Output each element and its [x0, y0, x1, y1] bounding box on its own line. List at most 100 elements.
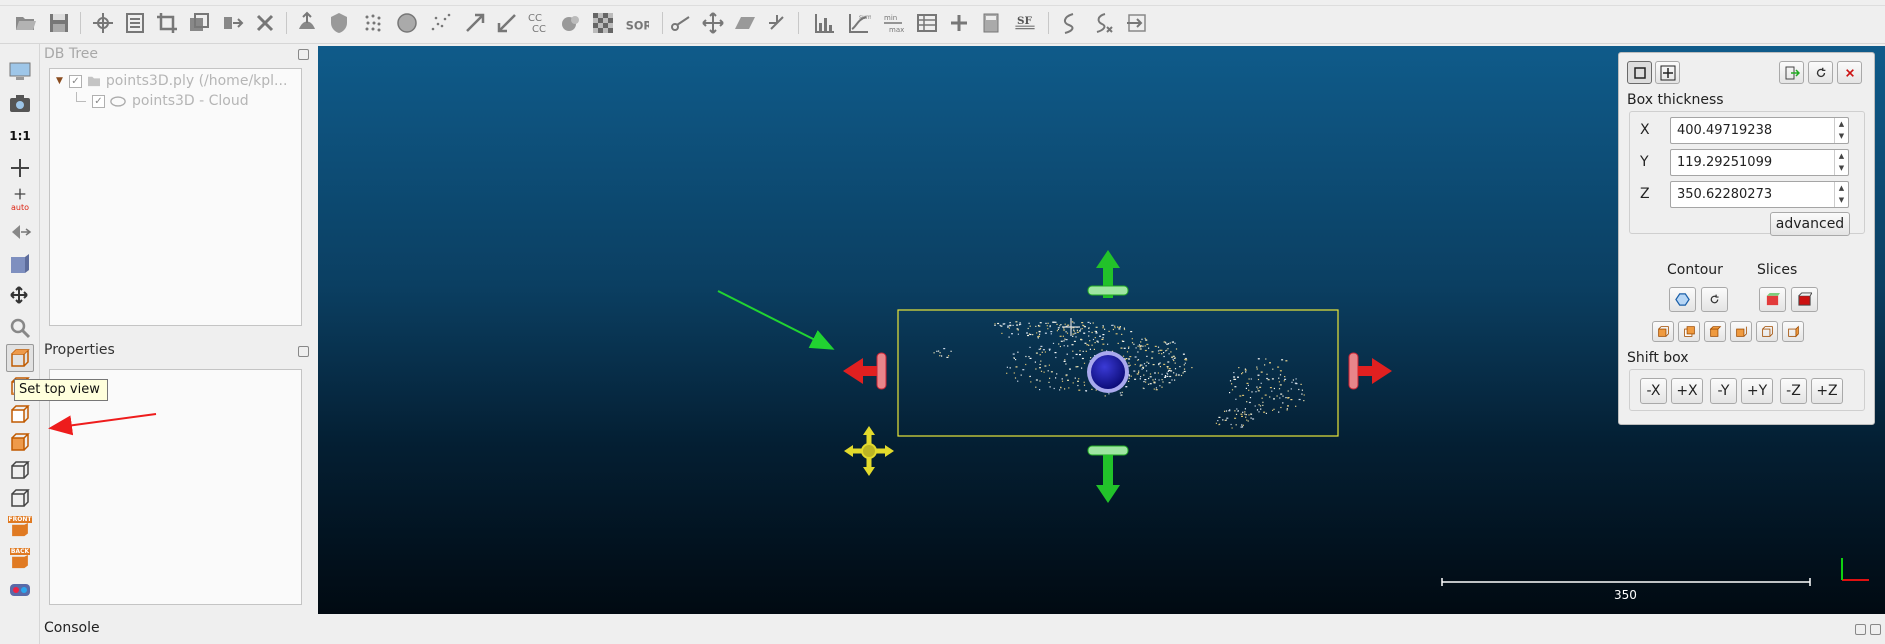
expand-arrow-icon[interactable]: ▼: [56, 76, 63, 86]
arrow-icon[interactable]: [462, 10, 488, 36]
transform-icon[interactable]: [90, 10, 116, 36]
up-arrow-handle[interactable]: [1087, 250, 1129, 298]
interactive-mode-button[interactable]: [1655, 61, 1680, 84]
repeat-contour-button[interactable]: [1701, 287, 1728, 312]
reset-button[interactable]: [1808, 61, 1833, 84]
cloud-point: [1154, 378, 1156, 380]
db-tree-float-button[interactable]: [298, 49, 309, 60]
down-arrow-handle[interactable]: [1087, 445, 1129, 503]
right-arrow-handle[interactable]: [1348, 352, 1392, 390]
back-view-icon[interactable]: [6, 428, 34, 456]
spin-arrows-icon[interactable]: ▲ ▼: [1834, 150, 1848, 175]
save-icon[interactable]: [46, 10, 72, 36]
extract-slice-button[interactable]: [1759, 287, 1786, 312]
plot-icon[interactable]: sum: [846, 10, 872, 36]
resize-icon[interactable]: [494, 10, 520, 36]
shield-icon[interactable]: [326, 10, 352, 36]
tree-item-file[interactable]: ▼ ✓ points3D.ply (/home/kpl...: [56, 73, 287, 89]
ball-icon[interactable]: [558, 10, 584, 36]
iso-back-icon[interactable]: BACK: [6, 544, 34, 572]
pivot-auto-icon[interactable]: auto: [6, 186, 34, 214]
stereo-icon[interactable]: [6, 576, 34, 604]
y-thickness-input[interactable]: 119.29251099 ▲ ▼: [1670, 149, 1849, 176]
close-button[interactable]: [1837, 61, 1862, 84]
tree-checkbox[interactable]: ✓: [68, 74, 82, 88]
top-view-icon[interactable]: [6, 344, 34, 372]
x-thickness-input[interactable]: 400.49719238 ▲ ▼: [1670, 117, 1849, 144]
left-view-icon[interactable]: [6, 456, 34, 484]
sphere-icon[interactable]: [394, 10, 420, 36]
spin-arrows-icon[interactable]: ▲ ▼: [1834, 182, 1848, 207]
perspective-icon[interactable]: [6, 250, 34, 278]
tree-item-cloud[interactable]: ✓ points3D - Cloud: [76, 92, 249, 109]
iso-front-icon[interactable]: FRONT: [6, 512, 34, 540]
view-box-back-button[interactable]: [1678, 321, 1700, 342]
shift-plus-x-button[interactable]: +X: [1671, 378, 1703, 404]
cloud-point: [1171, 356, 1174, 358]
merge-icon[interactable]: [220, 10, 246, 36]
crosshair-icon[interactable]: [764, 10, 790, 36]
shift-minus-z-button[interactable]: -Z: [1780, 378, 1807, 404]
z-thickness-input[interactable]: 350.62280273 ▲ ▼: [1670, 181, 1849, 208]
shift-minus-y-button[interactable]: -Y: [1710, 378, 1737, 404]
front-view-icon[interactable]: [6, 400, 34, 428]
subsample-icon[interactable]: [360, 10, 386, 36]
view-box-top-button[interactable]: [1704, 321, 1726, 342]
plane-icon[interactable]: [732, 10, 758, 36]
cut-icon[interactable]: [668, 10, 694, 36]
sf-icon[interactable]: SF: [1010, 10, 1040, 36]
advanced-button[interactable]: advanced: [1770, 212, 1850, 236]
view-box-bottom-button[interactable]: [1730, 321, 1752, 342]
extract-contour-button[interactable]: [1669, 287, 1696, 312]
right-view-icon[interactable]: [6, 484, 34, 512]
console-float-button[interactable]: [1855, 624, 1866, 635]
console-close-button[interactable]: [1870, 624, 1881, 635]
cc-icon[interactable]: CC CC: [526, 10, 552, 36]
viewpoint-icon[interactable]: [6, 218, 34, 246]
box-thickness-label: Box thickness: [1627, 92, 1724, 108]
box-mode-button[interactable]: [1627, 61, 1652, 84]
histogram-icon[interactable]: [812, 10, 838, 36]
left-arrow-handle[interactable]: [843, 352, 887, 390]
sor-icon[interactable]: SOR: [622, 10, 652, 36]
spin-arrows-icon[interactable]: ▲ ▼: [1834, 118, 1848, 143]
cloud-point: [1007, 326, 1009, 328]
cloud-point: [1065, 363, 1067, 365]
scatter-icon[interactable]: [428, 10, 454, 36]
normals-icon[interactable]: [294, 10, 320, 36]
open-icon[interactable]: [12, 10, 38, 36]
view-box-front-button[interactable]: [1652, 321, 1674, 342]
rotation-icon[interactable]: [6, 282, 34, 310]
properties-float-button[interactable]: [298, 346, 309, 357]
curve-icon[interactable]: [1056, 10, 1082, 36]
list-icon[interactable]: [122, 10, 148, 36]
swap-icon[interactable]: [1124, 10, 1150, 36]
camera-icon[interactable]: [6, 90, 34, 118]
shift-minus-x-button[interactable]: -X: [1640, 378, 1667, 404]
cloud-point: [1265, 358, 1267, 360]
display-icon[interactable]: [6, 58, 34, 86]
tree-checkbox[interactable]: ✓: [92, 94, 105, 108]
shift-plus-y-button[interactable]: +Y: [1741, 378, 1773, 404]
zoom-icon[interactable]: [6, 314, 34, 342]
view-box-left-button[interactable]: [1756, 321, 1778, 342]
move-icon[interactable]: [700, 10, 726, 36]
shift-plus-z-button[interactable]: +Z: [1811, 378, 1843, 404]
move-cross-handle[interactable]: [844, 426, 894, 476]
plus-icon[interactable]: [946, 10, 972, 36]
one-to-one-icon[interactable]: 1:1: [6, 122, 34, 150]
calculator-icon[interactable]: [978, 10, 1004, 36]
checker-icon[interactable]: [590, 10, 616, 36]
crop-icon[interactable]: [154, 10, 180, 36]
cloud-point: [1059, 389, 1061, 391]
pivot-icon[interactable]: [6, 154, 34, 182]
minmax-icon[interactable]: min max: [880, 10, 906, 36]
view-box-right-button[interactable]: [1782, 321, 1804, 342]
register-icon[interactable]: [1090, 10, 1116, 36]
export-button[interactable]: [1779, 61, 1804, 84]
table-icon[interactable]: [914, 10, 940, 36]
delete-icon[interactable]: [252, 10, 278, 36]
clone-icon[interactable]: [186, 10, 212, 36]
center-sphere-handle[interactable]: [1087, 351, 1129, 393]
repeat-slices-button[interactable]: [1791, 287, 1818, 312]
